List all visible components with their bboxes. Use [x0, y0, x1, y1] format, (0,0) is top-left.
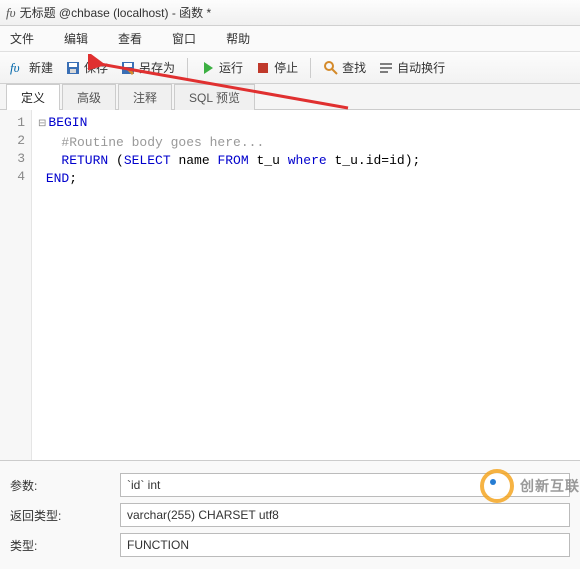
return-type-label: 返回类型: [10, 507, 120, 524]
keyword: where [288, 153, 327, 168]
code-text: t_u [249, 153, 288, 168]
return-type-input[interactable] [120, 503, 570, 527]
keyword: END [46, 171, 69, 186]
play-icon [200, 60, 216, 76]
keyword: FROM [217, 153, 248, 168]
wrap-label: 自动换行 [397, 59, 445, 76]
tab-advanced[interactable]: 高级 [62, 84, 116, 110]
keyword: SELECT [124, 153, 171, 168]
new-button[interactable]: fυ 新建 [6, 57, 57, 78]
stop-button[interactable]: 停止 [251, 57, 302, 78]
save-as-button[interactable]: 另存为 [116, 57, 179, 78]
separator [310, 58, 311, 78]
tab-definition[interactable]: 定义 [6, 84, 60, 110]
params-label: 参数: [10, 477, 120, 494]
toolbar: fυ 新建 保存 另存为 运行 停止 查找 自动换行 [0, 52, 580, 84]
code-text: t_u.id=id); [327, 153, 421, 168]
keyword: RETURN [61, 153, 108, 168]
line-number: 2 [0, 132, 25, 150]
separator [187, 58, 188, 78]
window-title: 无标题 @chbase (localhost) - 函数 * [20, 4, 212, 21]
find-button[interactable]: 查找 [319, 57, 370, 78]
code-text: ( [108, 153, 124, 168]
type-label: 类型: [10, 537, 120, 554]
save-label: 保存 [84, 59, 108, 76]
tab-bar: 定义 高级 注释 SQL 预览 [0, 84, 580, 110]
fold-icon[interactable]: ⊟ [38, 119, 48, 130]
tab-comment[interactable]: 注释 [118, 84, 172, 110]
type-input[interactable] [120, 533, 570, 557]
wrap-icon [378, 60, 394, 76]
new-label: 新建 [29, 59, 53, 76]
params-input[interactable] [120, 473, 570, 497]
keyword: BEGIN [48, 115, 87, 130]
menu-window[interactable]: 窗口 [172, 30, 196, 47]
menu-view[interactable]: 查看 [118, 30, 142, 47]
line-number: 3 [0, 150, 25, 168]
properties-panel: 参数: 返回类型: 类型: [0, 460, 580, 569]
menu-bar: 文件 编辑 查看 窗口 帮助 [0, 26, 580, 52]
run-label: 运行 [219, 59, 243, 76]
menu-file[interactable]: 文件 [10, 30, 34, 47]
new-icon: fυ [10, 60, 26, 76]
menu-edit[interactable]: 编辑 [64, 30, 88, 47]
app-icon: fυ [6, 5, 16, 21]
save-as-icon [120, 60, 136, 76]
code-editor[interactable]: 1 2 3 4 ⊟BEGIN #Routine body goes here..… [0, 110, 580, 460]
stop-label: 停止 [274, 59, 298, 76]
code-area[interactable]: ⊟BEGIN #Routine body goes here... RETURN… [32, 110, 580, 460]
line-number: 4 [0, 168, 25, 186]
run-button[interactable]: 运行 [196, 57, 247, 78]
find-label: 查找 [342, 59, 366, 76]
search-icon [323, 60, 339, 76]
code-text: ; [69, 171, 77, 186]
svg-text:fυ: fυ [10, 60, 20, 75]
line-gutter: 1 2 3 4 [0, 110, 32, 460]
menu-help[interactable]: 帮助 [226, 30, 250, 47]
save-button[interactable]: 保存 [61, 57, 112, 78]
wrap-button[interactable]: 自动换行 [374, 57, 449, 78]
comment: #Routine body goes here... [61, 135, 264, 150]
title-bar: fυ 无标题 @chbase (localhost) - 函数 * [0, 0, 580, 26]
save-icon [65, 60, 81, 76]
code-text: name [171, 153, 218, 168]
stop-icon [255, 60, 271, 76]
save-as-label: 另存为 [139, 59, 175, 76]
tab-sql-preview[interactable]: SQL 预览 [174, 84, 255, 110]
line-number: 1 [0, 114, 25, 132]
